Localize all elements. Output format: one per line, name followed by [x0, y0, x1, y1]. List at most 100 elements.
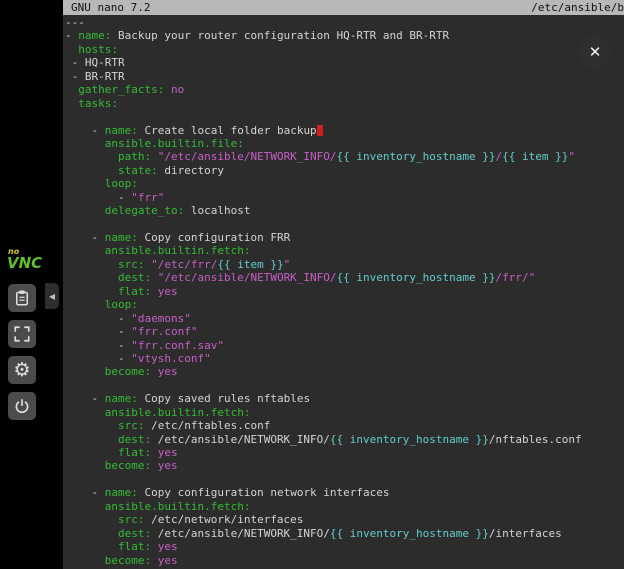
code-segment: flat:: [118, 285, 151, 298]
code-segment: -: [65, 29, 78, 42]
code-segment: - HQ-RTR: [65, 56, 125, 69]
code-segment: - BR-RTR: [65, 70, 125, 83]
clipboard-button[interactable]: [8, 284, 36, 312]
code-segment: [65, 554, 105, 567]
code-segment: [65, 419, 118, 432]
code-segment: directory: [158, 164, 224, 177]
code-segment: Copy configuration FRR: [138, 231, 290, 244]
code-segment: [65, 97, 78, 110]
code-segment: [151, 365, 158, 378]
screen: no VNC: [0, 0, 624, 569]
editor-line: [65, 379, 624, 392]
control-bar-handle[interactable]: ◀: [45, 283, 59, 309]
nano-titlebar: GNU nano 7.2 /etc/ansible/b: [63, 0, 624, 15]
power-button[interactable]: [8, 392, 36, 420]
code-segment: [65, 150, 118, 163]
code-segment: src:: [118, 513, 145, 526]
editor-line: become: yes: [65, 459, 624, 472]
code-segment: loop:: [105, 298, 138, 311]
editor-line: ---: [65, 16, 624, 29]
editor-line: - "vtysh.conf": [65, 352, 624, 365]
code-segment: -: [65, 352, 131, 365]
editor-content[interactable]: ---- name: Backup your router configurat…: [65, 16, 624, 569]
code-segment: -: [65, 231, 105, 244]
editor-line: src: /etc/nftables.conf: [65, 419, 624, 432]
code-segment: /etc/ansible/NETWORK_INFO/: [151, 527, 330, 540]
code-segment: [151, 459, 158, 472]
editor-line: tasks:: [65, 97, 624, 110]
gear-icon: ⚙: [13, 361, 30, 380]
code-segment: [151, 540, 158, 553]
code-segment: name:: [105, 392, 138, 405]
code-segment: [65, 258, 118, 271]
vnc-sidebar: no VNC: [0, 0, 63, 569]
clipboard-icon: [13, 289, 31, 307]
code-segment: {{ inventory_hostname }}: [337, 271, 496, 284]
code-segment: [65, 164, 118, 177]
code-segment: -: [65, 486, 105, 499]
editor-line: - "daemons": [65, 312, 624, 325]
code-segment: -: [65, 191, 131, 204]
code-segment: yes: [158, 540, 178, 553]
code-segment: [65, 285, 118, 298]
code-segment: yes: [158, 365, 178, 378]
code-segment: [65, 83, 78, 96]
code-segment: "daemons": [131, 312, 191, 325]
editor-line: - name: Copy configuration network inter…: [65, 486, 624, 499]
code-segment: {{ inventory_hostname }}: [330, 527, 489, 540]
code-segment: -: [65, 312, 131, 325]
code-segment: delegate_to:: [105, 204, 184, 217]
code-segment: /etc/nftables.conf: [144, 419, 270, 432]
fullscreen-button[interactable]: [8, 320, 36, 348]
code-segment: flat:: [118, 446, 151, 459]
vnc-logo: no VNC: [7, 248, 43, 278]
code-segment: [65, 513, 118, 526]
code-segment: -: [65, 124, 105, 137]
editor-line: - "frr.conf.sav": [65, 339, 624, 352]
code-segment: ansible.builtin.fetch:: [105, 500, 251, 513]
code-segment: tasks:: [78, 97, 118, 110]
editor-line: dest: "/etc/ansible/NETWORK_INFO/{{ inve…: [65, 271, 624, 284]
editor-line: loop:: [65, 298, 624, 311]
code-segment: state:: [118, 164, 158, 177]
close-button[interactable]: ✕: [578, 35, 612, 69]
code-segment: localhost: [184, 204, 250, 217]
editor-line: ansible.builtin.file:: [65, 137, 624, 150]
editor-line: loop:: [65, 177, 624, 190]
code-segment: ansible.builtin.fetch:: [105, 244, 251, 257]
editor-line: - name: Copy saved rules nftables: [65, 392, 624, 405]
code-segment: [65, 271, 118, 284]
code-segment: become:: [105, 459, 151, 472]
editor-line: [65, 110, 624, 123]
editor-line: become: yes: [65, 554, 624, 567]
code-segment: yes: [158, 285, 178, 298]
code-segment: [164, 83, 171, 96]
text-cursor: [317, 125, 323, 136]
code-segment: [65, 137, 105, 150]
code-segment: Copy saved rules nftables: [138, 392, 310, 405]
code-segment: [65, 177, 105, 190]
editor-line: src: "/etc/frr/{{ item }}": [65, 258, 624, 271]
code-segment: [65, 204, 105, 217]
editor-line: gather_facts: no: [65, 83, 624, 96]
code-segment: name:: [78, 29, 111, 42]
editor-line: ansible.builtin.fetch:: [65, 500, 624, 513]
code-segment: "frr.conf": [131, 325, 197, 338]
settings-button[interactable]: ⚙: [8, 356, 36, 384]
code-segment: [151, 271, 158, 284]
code-segment: ": [568, 150, 575, 163]
code-segment: -: [65, 339, 131, 352]
code-segment: Create local folder backup: [138, 124, 317, 137]
editor-line: hosts:: [65, 43, 624, 56]
editor-line: path: "/etc/ansible/NETWORK_INFO/{{ inve…: [65, 150, 624, 163]
code-segment: "frr.conf.sav": [131, 339, 224, 352]
code-segment: loop:: [105, 177, 138, 190]
code-segment: "frr": [131, 191, 164, 204]
code-segment: [65, 433, 118, 446]
editor-line: flat: yes: [65, 285, 624, 298]
code-segment: ": [284, 258, 291, 271]
code-segment: name:: [105, 231, 138, 244]
code-segment: [65, 244, 105, 257]
code-segment: name:: [105, 124, 138, 137]
editor-line: flat: yes: [65, 540, 624, 553]
